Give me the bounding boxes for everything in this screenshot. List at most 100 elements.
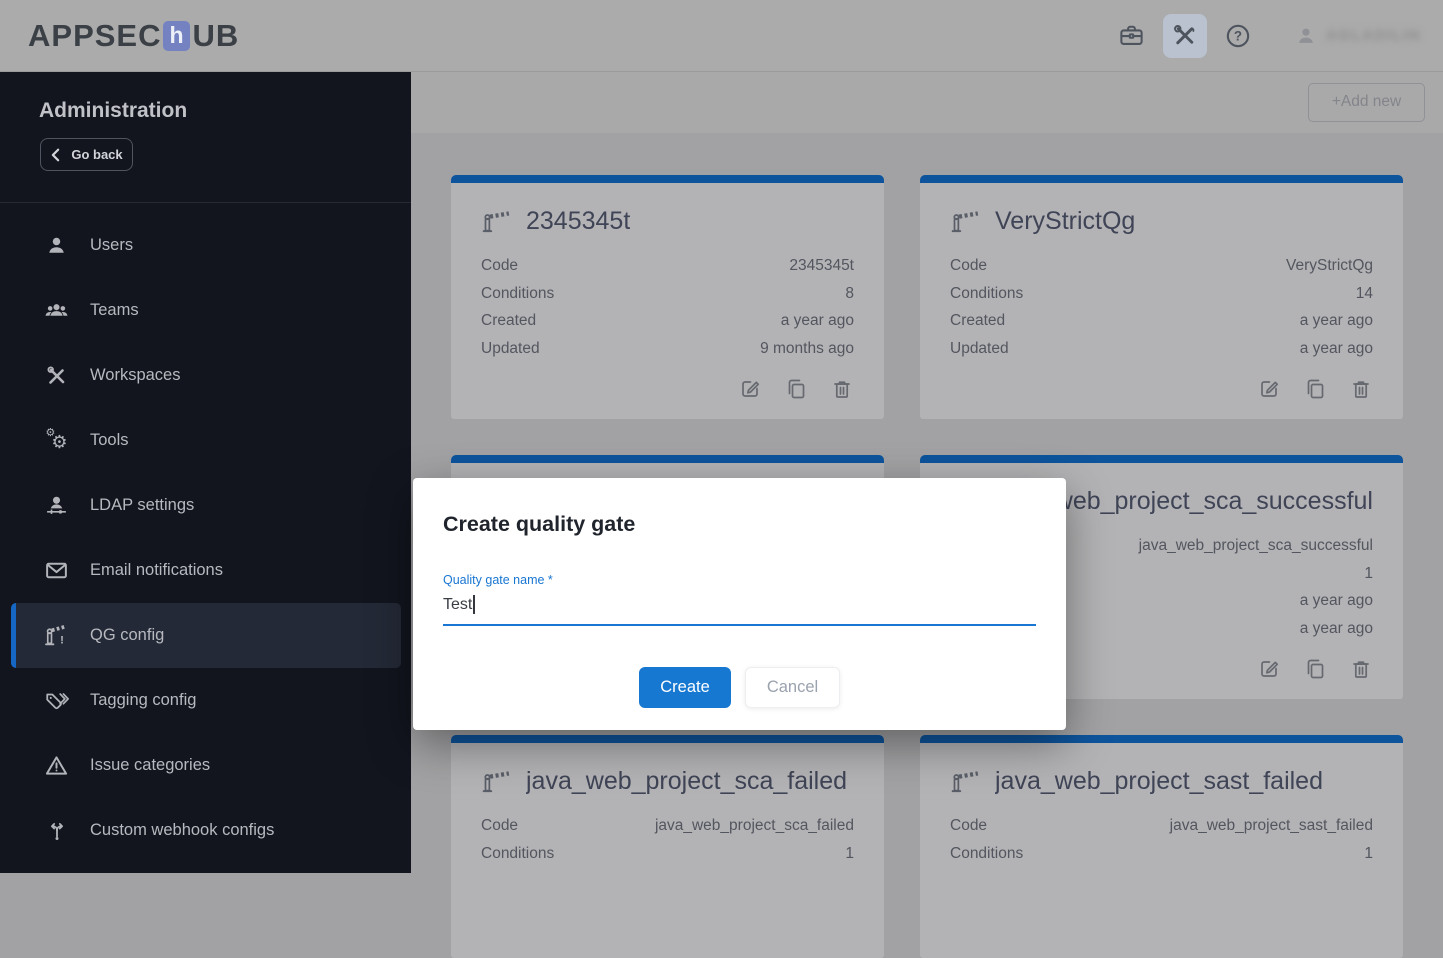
quality-gate-icon: [481, 769, 511, 795]
input-value: Test: [443, 596, 472, 613]
quality-gate-name-input[interactable]: Test: [443, 595, 1036, 626]
card-title: java_web_project_sca_failed: [526, 767, 847, 796]
content-toolbar: +Add new: [411, 71, 1443, 133]
svg-text:!: !: [60, 634, 64, 646]
help-icon[interactable]: ?: [1216, 14, 1260, 58]
edit-icon[interactable]: [738, 377, 762, 401]
sidebar-item-label: LDAP settings: [90, 496, 194, 515]
sidebar-item-label: QG config: [90, 626, 164, 645]
edit-icon[interactable]: [1257, 377, 1281, 401]
sidebar-item-label: Workspaces: [90, 366, 180, 385]
sidebar-title: Administration: [39, 99, 411, 123]
quality-gate-name-label: Quality gate name *: [443, 573, 1036, 587]
field-value: 8: [845, 280, 854, 308]
sidebar-item-users[interactable]: Users: [0, 213, 411, 278]
delete-icon[interactable]: [1349, 657, 1373, 681]
quality-gate-card: 2345345t Code2345345t Conditions8 Create…: [451, 175, 884, 419]
split-arrows-icon: [44, 818, 69, 843]
sidebar-item-label: Custom webhook configs: [90, 821, 274, 840]
quality-gate-icon: [950, 769, 980, 795]
card-top-bar: [451, 455, 884, 463]
field-value: a year ago: [1300, 587, 1373, 615]
field-value: 1: [1364, 840, 1373, 868]
admin-sidebar: Administration Go back Users: [0, 71, 411, 873]
sidebar-item-tools[interactable]: ⚙⚙ Tools: [0, 408, 411, 473]
create-button[interactable]: Create: [639, 667, 731, 708]
sidebar-divider: [0, 202, 411, 203]
field-label: Created: [481, 307, 536, 335]
cancel-button[interactable]: Cancel: [745, 667, 840, 708]
field-label: Code: [481, 252, 518, 280]
field-value: 2345345t: [789, 252, 854, 280]
card-top-bar: [451, 175, 884, 183]
card-title: java_web_project_sast_failed: [995, 767, 1323, 796]
field-value: a year ago: [1300, 615, 1373, 643]
field-label: Code: [481, 812, 518, 840]
ldap-person-icon: [44, 493, 69, 518]
tag-icon: [44, 688, 69, 713]
create-quality-gate-dialog: Create quality gate Quality gate name * …: [413, 478, 1066, 730]
field-value: 1: [845, 840, 854, 868]
sidebar-item-tagging-config[interactable]: Tagging config: [0, 668, 411, 733]
sidebar-item-issue-categories[interactable]: Issue categories: [0, 733, 411, 798]
quality-gate-card: java_web_project_sca_failed Code java_web…: [451, 735, 884, 958]
sidebar-item-label: Users: [90, 236, 133, 255]
sidebar-item-workspaces[interactable]: Workspaces: [0, 343, 411, 408]
card-top-bar: [451, 735, 884, 743]
sidebar-item-custom-webhook-configs[interactable]: Custom webhook configs: [0, 798, 411, 863]
app-header: APPSEC h UB ?: [0, 0, 1443, 71]
sidebar-item-label: Email notifications: [90, 561, 223, 580]
field-value: 14: [1356, 280, 1373, 308]
logo-text-suffix: UB: [192, 18, 239, 54]
sidebar-item-ldap-settings[interactable]: LDAP settings: [0, 473, 411, 538]
go-back-label: Go back: [71, 147, 122, 162]
field-value: java_web_project_sast_failed: [1170, 812, 1373, 840]
envelope-icon: [44, 558, 69, 583]
go-back-button[interactable]: Go back: [40, 138, 133, 171]
sidebar-item-email-notifications[interactable]: Email notifications: [0, 538, 411, 603]
add-new-button[interactable]: +Add new: [1308, 83, 1425, 122]
people-icon: [44, 298, 69, 323]
logo-h-icon: h: [163, 21, 190, 51]
delete-icon[interactable]: [830, 377, 854, 401]
card-title: 2345345t: [526, 207, 630, 236]
copy-icon[interactable]: [1303, 657, 1327, 681]
field-label: Conditions: [481, 840, 554, 868]
field-value: 1: [1364, 560, 1373, 588]
field-value: VeryStrictQg: [1286, 252, 1373, 280]
logo-text-prefix: APPSEC: [28, 18, 161, 54]
field-value: 9 months ago: [760, 335, 854, 363]
quality-gate-icon: !: [44, 623, 69, 648]
field-value: a year ago: [1300, 307, 1373, 335]
field-label: Code: [950, 252, 987, 280]
field-label: Code: [950, 812, 987, 840]
briefcase-icon[interactable]: [1110, 14, 1154, 58]
card-top-bar: [920, 175, 1403, 183]
field-value: java_web_project_sca_failed: [655, 812, 854, 840]
user-menu[interactable]: AGLADILIN: [1295, 25, 1421, 47]
field-label: Updated: [481, 335, 540, 363]
quality-gate-icon: [481, 209, 511, 235]
field-value: java_web_project_sca_successful: [1139, 532, 1373, 560]
field-label: Conditions: [950, 840, 1023, 868]
text-caret: [473, 595, 475, 614]
sidebar-item-label: Issue categories: [90, 756, 210, 775]
dialog-title: Create quality gate: [443, 512, 1036, 537]
sidebar-item-qg-config[interactable]: ! QG config: [11, 603, 401, 668]
copy-icon[interactable]: [784, 377, 808, 401]
field-label: Updated: [950, 335, 1009, 363]
sidebar-item-label: Teams: [90, 301, 139, 320]
field-value: a year ago: [1300, 335, 1373, 363]
administration-tools-icon[interactable]: [1163, 14, 1207, 58]
sidebar-item-label: Tools: [90, 431, 129, 450]
construction-icon: [44, 363, 69, 388]
field-label: Created: [950, 307, 1005, 335]
copy-icon[interactable]: [1303, 377, 1327, 401]
sidebar-menu: Users Teams Workspaces ⚙⚙: [0, 213, 411, 863]
sidebar-item-teams[interactable]: Teams: [0, 278, 411, 343]
edit-icon[interactable]: [1257, 657, 1281, 681]
card-title: VeryStrictQg: [995, 207, 1135, 236]
delete-icon[interactable]: [1349, 377, 1373, 401]
quality-gate-icon: [950, 209, 980, 235]
gears-icon: ⚙⚙: [44, 428, 69, 453]
